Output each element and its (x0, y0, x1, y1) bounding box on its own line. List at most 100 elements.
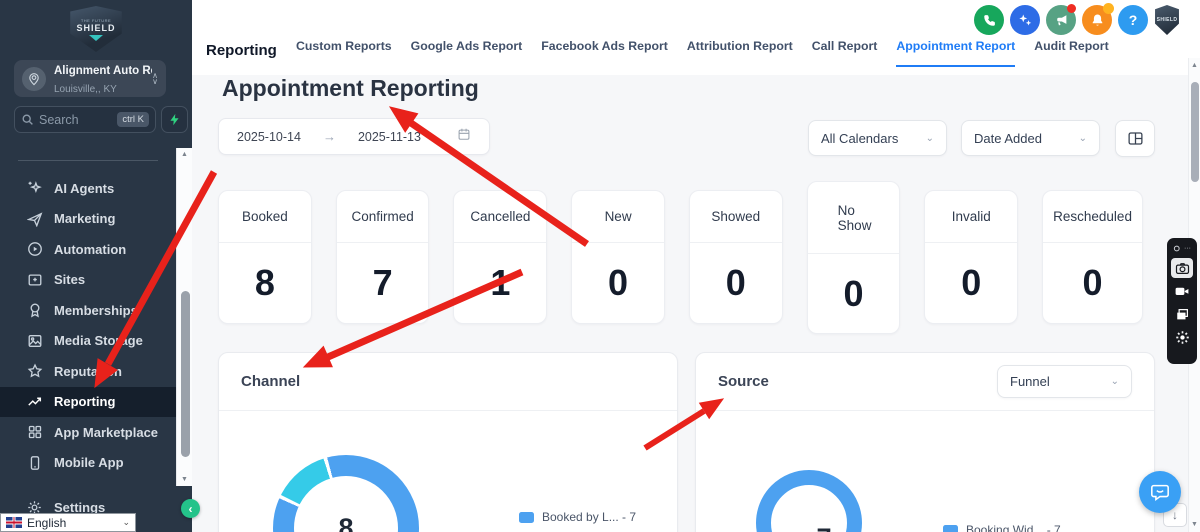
scroll-down-icon[interactable]: ▼ (177, 476, 192, 483)
tab-google-ads-report[interactable]: Google Ads Report (411, 39, 523, 67)
stat-card-confirmed: Confirmed 7 (335, 190, 430, 324)
language-select[interactable]: English ⌄ (0, 513, 136, 532)
search-placeholder: Search (39, 112, 79, 127)
stat-card-new: New 0 (571, 190, 665, 324)
video-icon[interactable] (1171, 281, 1193, 301)
sidebar-item-reputation[interactable]: Reputation (0, 356, 176, 387)
page-scroll-thumb[interactable] (1191, 82, 1199, 182)
stat-card-no-show: No Show 0 (806, 181, 901, 334)
chevron-down-icon: ⌄ (925, 132, 934, 144)
tab-audit-report[interactable]: Audit Report (1034, 39, 1108, 67)
agency-avatar[interactable]: SHIELD (1155, 5, 1179, 35)
date-start[interactable]: 2025-10-14 (237, 130, 301, 144)
tab-attribution-report[interactable]: Attribution Report (687, 39, 793, 67)
page-title: Appointment Reporting (222, 75, 479, 101)
stat-card-booked: Booked 8 (218, 190, 312, 324)
ai-agents-icon (26, 180, 43, 197)
stat-value: 8 (254, 262, 275, 303)
channel-legend-item[interactable]: Booked by L... - 7 (519, 510, 636, 524)
scroll-up-icon[interactable]: ▲ (177, 151, 192, 158)
date-range-picker[interactable]: 2025-10-14 → 2025-11-13 (218, 118, 490, 155)
help-glyph: ? (1128, 12, 1138, 28)
language-value: English (27, 515, 67, 530)
sidebar-scrollbar[interactable]: ▲ ▼ (176, 148, 192, 486)
sidebar-item-media-storage[interactable]: Media Storage (0, 326, 176, 357)
tab-appointment-report[interactable]: Appointment Report (896, 39, 1016, 67)
chevron-down-icon: ⌄ (122, 517, 130, 527)
stat-card-cancelled: Cancelled 1 (453, 190, 548, 324)
chat-widget-button[interactable] (1139, 471, 1181, 513)
sidebar-item-reporting[interactable]: Reporting (0, 386, 176, 417)
stat-card-invalid: Invalid 0 (924, 190, 1019, 324)
mobile-app-icon (26, 454, 43, 471)
sidebar-item-memberships[interactable]: Memberships (0, 295, 176, 326)
channel-panel: Channel 8 Booked by L... - 7 (218, 352, 678, 532)
calendar-icon (457, 127, 471, 146)
scroll-up-icon[interactable]: ▲ (1189, 62, 1200, 69)
stat-label: Booked (219, 191, 311, 243)
legend-label: Booking Wid... - 7 (966, 523, 1061, 532)
stat-label: Rescheduled (1043, 191, 1142, 243)
reputation-icon (26, 363, 43, 380)
layout-columns-button[interactable] (1115, 120, 1155, 157)
channel-total: 8 (338, 512, 354, 532)
sidebar: THE FUTURE SHIELD Alignment Auto Rep... … (0, 0, 192, 532)
notifications-icon[interactable] (1082, 3, 1114, 35)
stat-label: Invalid (925, 191, 1018, 243)
camera-icon[interactable] (1171, 258, 1193, 278)
announcements-icon[interactable] (1046, 4, 1076, 35)
source-filter-select[interactable]: Funnel ⌄ (997, 365, 1132, 398)
sidebar-item-automation[interactable]: Automation (0, 234, 176, 265)
search-input[interactable]: Search ctrl K (14, 106, 156, 133)
arrow-right-icon: → (322, 129, 336, 144)
tab-custom-reports[interactable]: Custom Reports (296, 39, 392, 67)
source-legend-item[interactable]: Booking Wid... - 7 (943, 523, 1061, 532)
help-icon[interactable]: ? (1118, 5, 1148, 35)
logo-chevron (89, 34, 103, 41)
sidebar-item-label: App Marketplace (54, 424, 159, 440)
sidebar-item-label: Mobile App (54, 455, 124, 471)
phone-icon[interactable] (974, 5, 1004, 35)
date-end[interactable]: 2025-11-13 (358, 130, 421, 144)
section-title: Reporting (206, 42, 277, 59)
main-area: Reporting Custom Reports Google Ads Repor… (192, 0, 1200, 532)
source-title: Source (718, 373, 769, 390)
agency-avatar-word: SHIELD (1156, 17, 1178, 23)
tab-call-report[interactable]: Call Report (812, 39, 878, 67)
sidebar-item-label: Reputation (54, 363, 122, 379)
stat-label: Showed (689, 191, 782, 243)
account-switcher[interactable]: Alignment Auto Rep... Louisville,, KY ∧∨ (14, 60, 166, 97)
extension-menu-icon[interactable]: ··· (1173, 242, 1191, 255)
source-filter-value: Funnel (1010, 374, 1050, 389)
calendar-filter-value: All Calendars (821, 130, 899, 146)
tab-facebook-ads-report[interactable]: Facebook Ads Report (541, 39, 668, 67)
copy-icon[interactable] (1171, 304, 1193, 324)
stat-label: Confirmed (336, 191, 429, 243)
sidebar-item-ai-agents[interactable]: AI Agents (0, 173, 176, 204)
stat-label: Cancelled (454, 191, 547, 243)
sidebar-item-mobile-app[interactable]: Mobile App (0, 448, 176, 479)
quick-actions-button[interactable] (161, 106, 188, 133)
sidebar-collapse-button[interactable]: ‹ (181, 499, 200, 518)
sidebar-item-marketing[interactable]: Marketing (0, 204, 176, 235)
ai-sparkle-icon[interactable] (1010, 5, 1040, 35)
sidebar-scroll-thumb[interactable] (181, 291, 190, 457)
report-tabs: Custom Reports Google Ads Report Facebook … (296, 38, 1109, 68)
content: Appointment Reporting 2025-10-14 → 2025-… (192, 75, 1200, 532)
app-marketplace-icon (26, 424, 43, 441)
chevron-updown-icon[interactable]: ∧ ∨ (152, 71, 158, 85)
sidebar-item-sites[interactable]: Sites (0, 265, 176, 296)
date-type-value: Date Added (974, 130, 1042, 146)
calendar-filter-select[interactable]: All Calendars ⌄ (808, 120, 947, 156)
location-pin-icon (22, 66, 46, 91)
agency-logo: THE FUTURE SHIELD (70, 6, 122, 52)
stat-value: 0 (961, 262, 982, 303)
gear-icon[interactable] (1171, 327, 1193, 347)
reporting-icon (26, 393, 43, 410)
sites-icon (26, 271, 43, 288)
sidebar-item-app-marketplace[interactable]: App Marketplace (0, 417, 176, 448)
stat-value: 1 (490, 262, 511, 303)
scroll-down-icon[interactable]: ▼ (1189, 521, 1200, 528)
date-type-select[interactable]: Date Added ⌄ (961, 120, 1100, 156)
media-storage-icon (26, 332, 43, 349)
